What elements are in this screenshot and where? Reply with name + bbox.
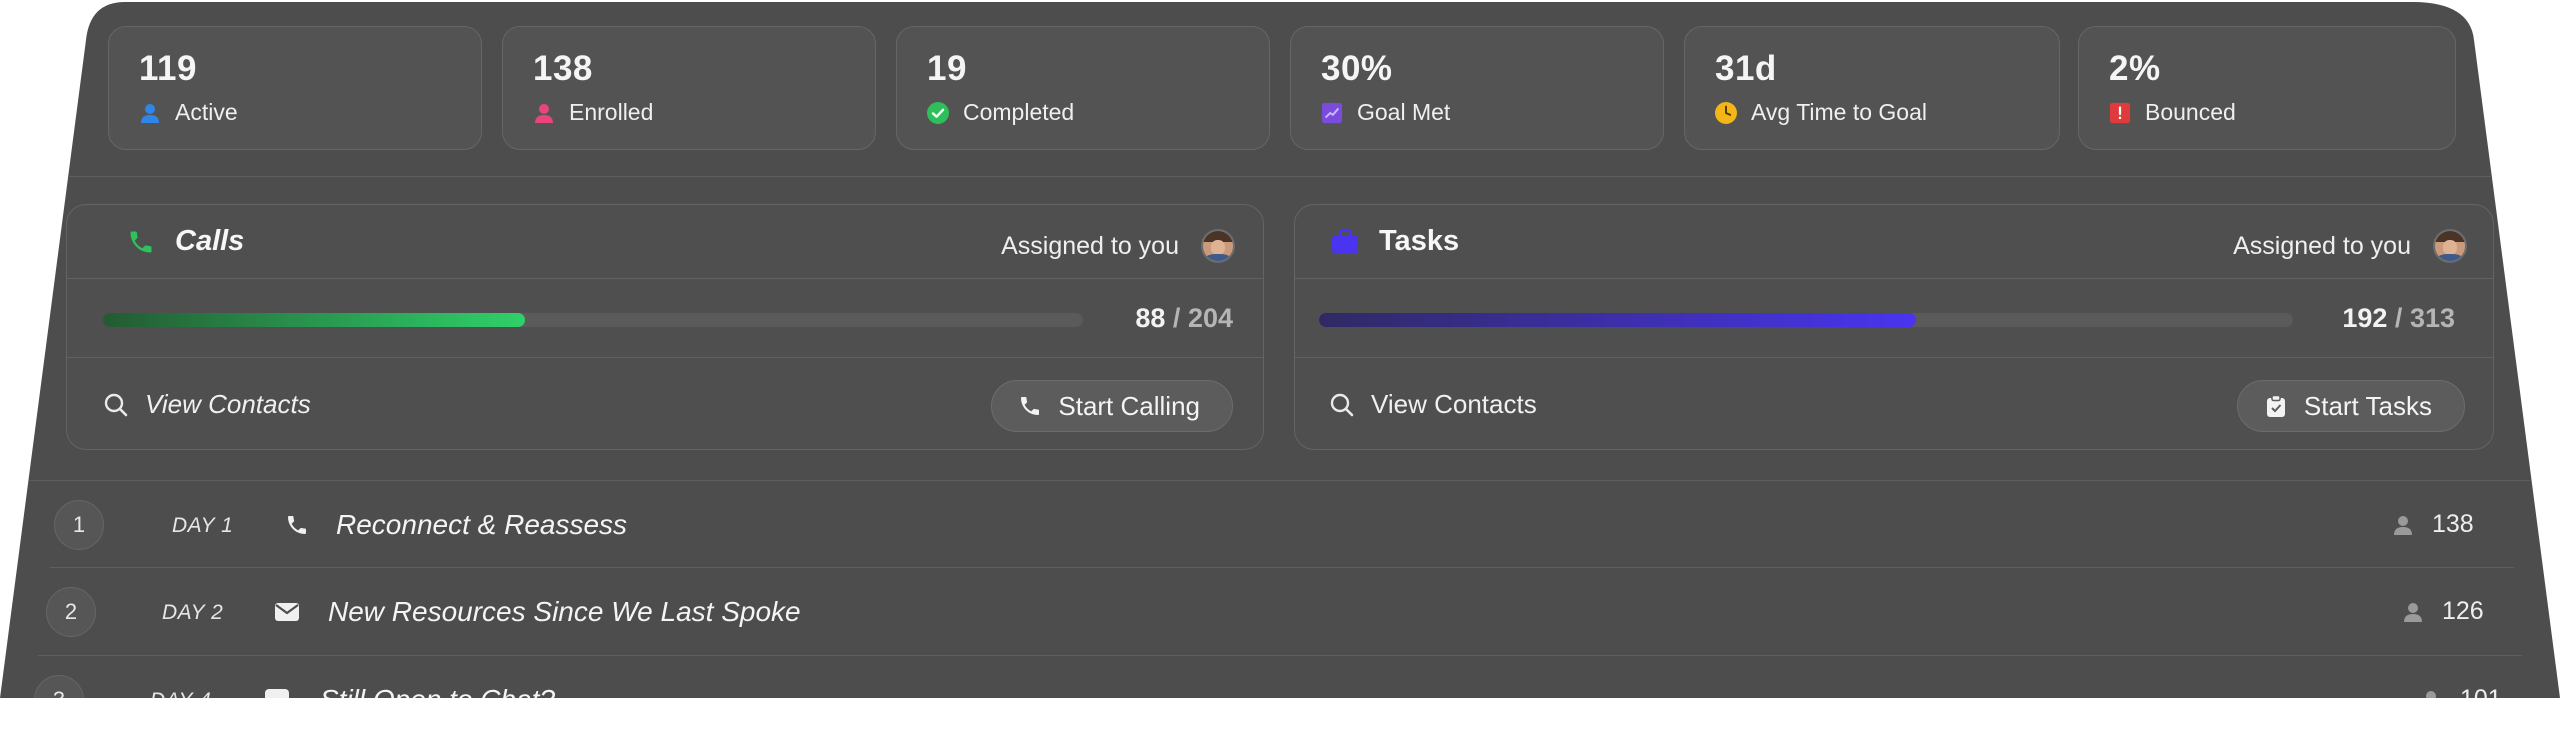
stat-label-row: Avg Time to Goal	[1715, 99, 1927, 126]
phone-icon	[1018, 394, 1042, 418]
step-day: DAY 1	[172, 514, 234, 537]
calls-progress-bar	[103, 313, 1083, 327]
stat-label: Goal Met	[1357, 99, 1451, 125]
panel-divider	[1295, 278, 2493, 279]
panel-divider	[1295, 357, 2493, 358]
step-enrolled-count: 101	[2420, 685, 2502, 714]
stat-card-goal-met[interactable]: 30% Goal Met	[1290, 26, 1664, 150]
goal-icon	[1321, 102, 1343, 124]
panel-divider	[67, 278, 1263, 279]
sequence-panel: 119 Active 138 Enrolled 19 Completed 30%…	[0, 0, 2560, 698]
tasks-assignee[interactable]: Assigned to you	[2233, 229, 2467, 263]
start-calling-button[interactable]: Start Calling	[991, 380, 1233, 432]
phone-icon	[284, 512, 310, 538]
stat-card-avg-time[interactable]: 31d Avg Time to Goal	[1684, 26, 2060, 150]
avatar	[1201, 229, 1235, 263]
panel-divider	[67, 357, 1263, 358]
step-title: Still Open to Chat?	[320, 684, 556, 715]
start-tasks-label: Start Tasks	[2303, 390, 2432, 421]
chat-icon	[264, 687, 290, 713]
step-day: DAY 2	[162, 601, 224, 624]
list-item-step-1[interactable]: 1 DAY 1 Reconnect & Reassess 138	[54, 482, 2494, 568]
view-contacts-label: View Contacts	[145, 389, 311, 419]
row-divider	[50, 567, 2514, 568]
start-tasks-button[interactable]: Start Tasks	[2237, 380, 2465, 432]
stat-value: 19	[927, 49, 967, 88]
phone-icon	[125, 226, 157, 258]
stat-label: Active	[175, 99, 238, 125]
stat-value: 119	[139, 49, 197, 88]
row-divider	[38, 655, 2522, 656]
step-number: 1	[54, 500, 104, 550]
tasks-title-row: Tasks	[1329, 225, 1459, 258]
step-number: 2	[46, 587, 96, 637]
view-contacts-label: View Contacts	[1371, 389, 1537, 419]
step-day: DAY 4	[150, 689, 212, 712]
clock-icon	[1715, 102, 1737, 124]
search-icon	[103, 392, 129, 418]
calls-title: Calls	[175, 225, 245, 257]
stat-value: 31d	[1715, 49, 1777, 88]
stat-value: 30%	[1321, 49, 1393, 88]
stat-card-bounced[interactable]: 2% Bounced	[2078, 26, 2456, 150]
briefcase-icon	[1329, 226, 1361, 258]
step-number: 3	[34, 675, 84, 725]
person-icon	[533, 102, 555, 124]
stat-label: Avg Time to Goal	[1751, 99, 1927, 125]
bounce-icon	[2109, 102, 2131, 124]
list-item-step-2[interactable]: 2 DAY 2 New Resources Since We Last Spok…	[46, 569, 2506, 655]
stat-label-row: Goal Met	[1321, 99, 1450, 126]
person-icon	[2420, 689, 2442, 711]
search-icon	[1329, 392, 1355, 418]
tasks-progress-fill	[1319, 313, 1916, 327]
tasks-progress-bar	[1319, 313, 2293, 327]
section-divider	[30, 480, 2530, 481]
stat-value: 138	[533, 49, 593, 88]
calls-assignee[interactable]: Assigned to you	[1001, 229, 1235, 263]
tasks-panel: Tasks Assigned to you 192 / 313 View Con…	[1294, 204, 2494, 450]
stat-label-row: Enrolled	[533, 99, 653, 126]
stat-card-enrolled[interactable]: 138 Enrolled	[502, 26, 876, 150]
sequence-overview: 119 Active 138 Enrolled 19 Completed 30%…	[0, 0, 2560, 698]
stat-label-row: Completed	[927, 99, 1074, 126]
person-icon	[2402, 601, 2424, 623]
mail-icon	[274, 599, 300, 625]
person-icon	[2392, 514, 2414, 536]
step-title: New Resources Since We Last Spoke	[328, 596, 801, 627]
step-enrolled-count: 126	[2402, 597, 2484, 626]
assigned-label: Assigned to you	[1001, 231, 1179, 260]
step-enrolled-count: 138	[2392, 510, 2474, 539]
stat-label-row: Active	[139, 99, 238, 126]
avatar	[2433, 229, 2467, 263]
clipboard-icon	[2264, 394, 2288, 418]
stat-label-row: Bounced	[2109, 99, 2236, 126]
start-calling-label: Start Calling	[1058, 390, 1200, 421]
calls-title-row: Calls	[125, 225, 244, 258]
check-circle-icon	[927, 102, 949, 124]
tasks-view-contacts-link[interactable]: View Contacts	[1329, 389, 1537, 420]
stat-label: Enrolled	[569, 99, 654, 125]
step-title: Reconnect & Reassess	[336, 509, 628, 540]
section-divider	[60, 176, 2500, 177]
stat-label: Bounced	[2145, 99, 2236, 125]
stat-card-completed[interactable]: 19 Completed	[896, 26, 1270, 150]
calls-progress-count: 88 / 204	[1135, 303, 1233, 333]
calls-view-contacts-link[interactable]: View Contacts	[103, 389, 311, 420]
assigned-label: Assigned to you	[2233, 231, 2411, 260]
tasks-progress-count: 192 / 313	[2342, 303, 2455, 333]
calls-panel: Calls Assigned to you 88 / 204 View Cont…	[66, 204, 1264, 450]
list-item-step-3[interactable]: 3 DAY 4 Still Open to Chat? 101	[34, 657, 2514, 743]
stat-value: 2%	[2109, 49, 2161, 88]
calls-progress-fill	[103, 313, 525, 327]
stat-label: Completed	[963, 99, 1075, 125]
person-icon	[139, 102, 161, 124]
stat-card-active[interactable]: 119 Active	[108, 26, 482, 150]
tasks-title: Tasks	[1379, 225, 1460, 257]
